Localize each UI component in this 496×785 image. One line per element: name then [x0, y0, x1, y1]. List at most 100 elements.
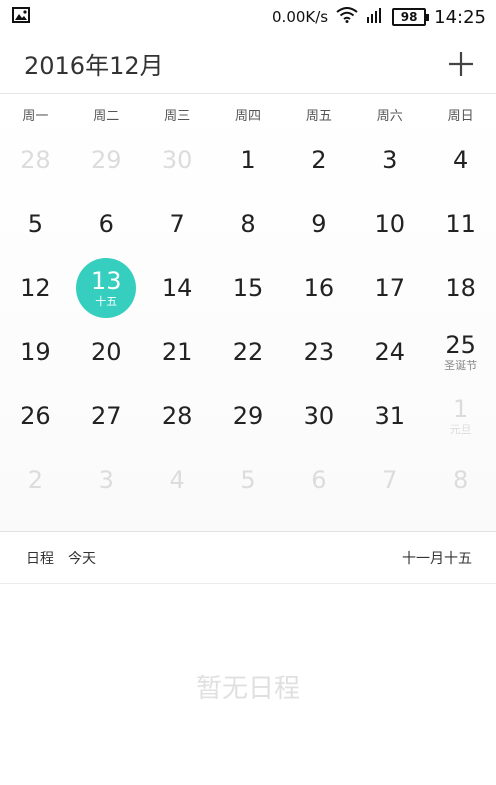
calendar-day[interactable]: 20 — [71, 320, 142, 384]
month-title[interactable]: 2016年12月 — [24, 46, 164, 81]
day-number: 10 — [374, 210, 405, 238]
calendar-day[interactable]: 14 — [142, 256, 213, 320]
day-number: 5 — [240, 466, 256, 494]
calendar-day[interactable]: 29 — [71, 128, 142, 192]
empty-schedule-message: 暂无日程 — [195, 674, 300, 704]
calendar-day[interactable]: 25 圣诞节 — [425, 320, 496, 384]
day-number: 5 — [27, 210, 44, 238]
calendar-day[interactable]: 28 — [0, 128, 71, 192]
calendar-week-row: 28 29 30 1 2 3 4 — [0, 128, 496, 192]
status-time: 14:25 — [434, 6, 486, 28]
calendar-day[interactable]: 2 — [0, 448, 71, 512]
calendar-day[interactable]: 16 — [283, 256, 354, 320]
weekday-label: 周四 — [235, 109, 262, 124]
weekday-label: 周日 — [447, 109, 474, 124]
calendar-week-row: 19 20 21 22 23 24 25 圣诞节 — [0, 320, 496, 384]
calendar-day[interactable]: 27 — [71, 384, 142, 448]
day-annotation: 元旦 — [449, 423, 472, 436]
day-number: 23 — [303, 338, 335, 366]
calendar-day[interactable]: 7 — [142, 192, 213, 256]
day-number: 28 — [20, 146, 51, 174]
day-number: 25 — [445, 331, 476, 359]
calendar-day[interactable]: 8 — [425, 448, 496, 512]
weekday-label: 周一 — [22, 109, 49, 124]
weekday-label: 周三 — [164, 109, 191, 124]
calendar-day[interactable]: 31 — [354, 384, 425, 448]
calendar-week-row: 2 3 4 5 6 7 8 — [0, 448, 496, 512]
day-number: 18 — [445, 274, 476, 302]
day-number: 12 — [20, 274, 51, 302]
calendar-day[interactable]: 10 — [354, 192, 425, 256]
day-number: 11 — [445, 210, 476, 238]
schedule-label[interactable]: 日程 — [26, 548, 54, 568]
day-number: 3 — [98, 466, 114, 494]
day-number: 21 — [161, 338, 193, 366]
weekday-header-row: 周一 周二 周三 周四 周五 周六 周日 — [0, 94, 496, 128]
calendar-day[interactable]: 3 — [71, 448, 142, 512]
calendar-day[interactable]: 1 — [213, 128, 284, 192]
calendar-day[interactable]: 4 — [142, 448, 213, 512]
day-number: 20 — [91, 338, 122, 366]
day-number: 15 — [232, 274, 264, 302]
add-event-button[interactable] — [446, 49, 476, 79]
day-number: 1 — [240, 146, 256, 174]
calendar-day[interactable]: 9 — [283, 192, 354, 256]
calendar-day[interactable]: 15 — [213, 256, 284, 320]
network-speed: 0.00K/s — [272, 8, 329, 26]
calendar-day[interactable]: 2 — [283, 128, 354, 192]
day-number: 6 — [98, 210, 114, 238]
day-number: 30 — [303, 402, 335, 430]
calendar-day-selected[interactable]: 13 十五 — [71, 256, 142, 320]
day-number: 29 — [91, 146, 122, 174]
calendar-day[interactable]: 11 — [425, 192, 496, 256]
calendar-day[interactable]: 29 — [213, 384, 284, 448]
day-number: 28 — [161, 402, 193, 430]
calendar-day[interactable]: 30 — [142, 128, 213, 192]
calendar-day[interactable]: 12 — [0, 256, 71, 320]
day-number: 13 — [91, 267, 122, 295]
weekday-label: 周五 — [305, 109, 332, 124]
day-number: 2 — [27, 466, 44, 494]
calendar-day[interactable]: 23 — [283, 320, 354, 384]
calendar-day[interactable]: 22 — [213, 320, 284, 384]
calendar-day[interactable]: 6 — [71, 192, 142, 256]
day-number: 17 — [374, 274, 405, 302]
day-number: 4 — [452, 146, 469, 174]
day-number: 7 — [382, 466, 398, 494]
calendar-day[interactable]: 30 — [283, 384, 354, 448]
calendar-week-row: 26 27 28 29 30 31 1 元旦 — [0, 384, 496, 448]
calendar-day[interactable]: 21 — [142, 320, 213, 384]
weekday-label: 周二 — [93, 109, 120, 124]
calendar-day[interactable]: 19 — [0, 320, 71, 384]
image-notification-icon — [12, 7, 30, 27]
day-number: 27 — [91, 402, 122, 430]
day-annotation: 圣诞节 — [444, 359, 478, 372]
calendar-week-row: 5 6 7 8 9 10 11 — [0, 192, 496, 256]
day-number: 24 — [374, 338, 405, 366]
calendar-day[interactable]: 4 — [425, 128, 496, 192]
calendar-day[interactable]: 18 — [425, 256, 496, 320]
day-number: 19 — [20, 338, 51, 366]
battery-icon: 98 — [392, 8, 430, 26]
calendar-day[interactable]: 17 — [354, 256, 425, 320]
calendar-day[interactable]: 5 — [213, 448, 284, 512]
day-number: 6 — [311, 466, 327, 494]
lunar-date: 十一月十五 — [402, 550, 472, 567]
calendar-day[interactable]: 8 — [213, 192, 284, 256]
wifi-icon — [336, 7, 358, 27]
calendar-grid: 28 29 30 1 2 3 4 5 6 7 8 9 10 11 12 13 十五 14 15 16 17 18 19 20 2… — [0, 128, 496, 512]
calendar-day[interactable]: 7 — [354, 448, 425, 512]
day-number: 30 — [161, 146, 193, 174]
calendar-day[interactable]: 5 — [0, 192, 71, 256]
signal-icon — [366, 7, 384, 27]
calendar-day[interactable]: 3 — [354, 128, 425, 192]
calendar-day[interactable]: 1 元旦 — [425, 384, 496, 448]
selected-day-highlight: 13 十五 — [76, 258, 137, 318]
calendar-day[interactable]: 28 — [142, 384, 213, 448]
calendar-day[interactable]: 26 — [0, 384, 71, 448]
day-number: 4 — [169, 466, 185, 494]
day-number: 9 — [311, 210, 327, 238]
today-button[interactable]: 今天 — [68, 548, 96, 568]
calendar-day[interactable]: 6 — [283, 448, 354, 512]
calendar-day[interactable]: 24 — [354, 320, 425, 384]
